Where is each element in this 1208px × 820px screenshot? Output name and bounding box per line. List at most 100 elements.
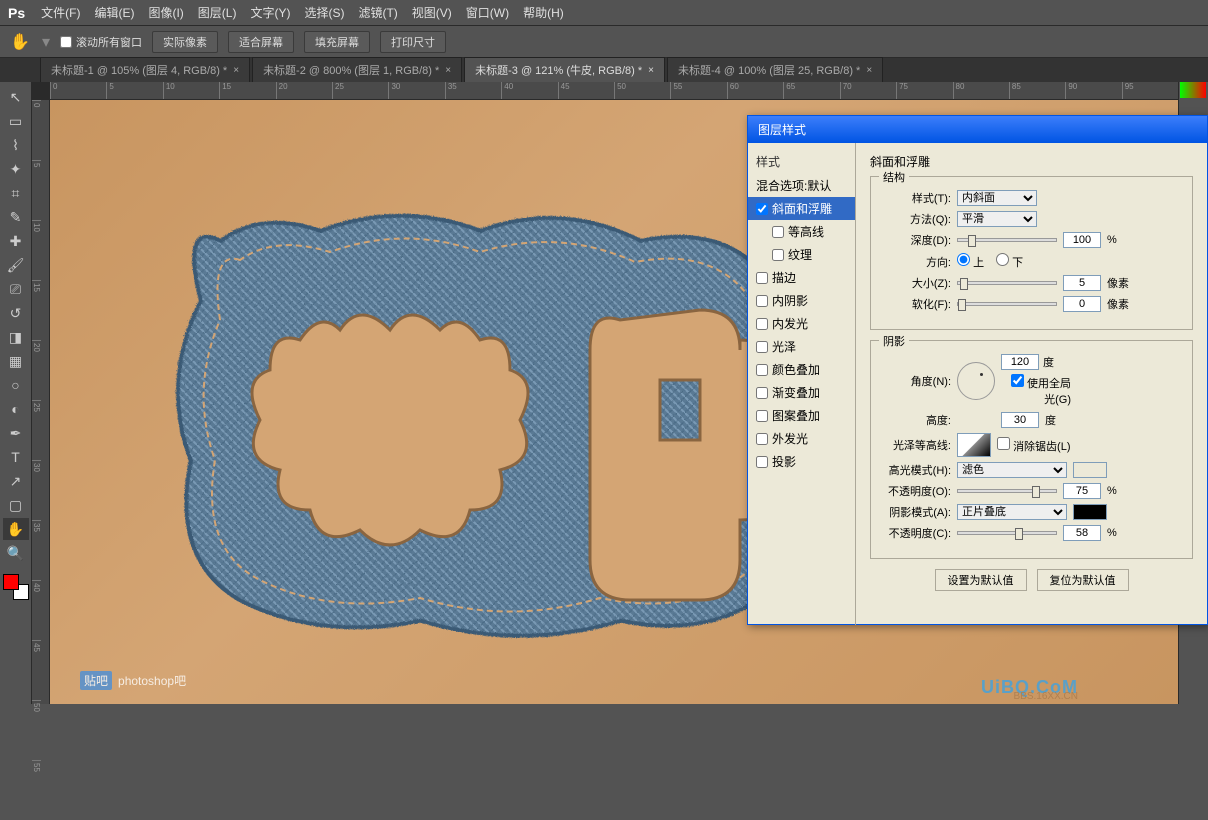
inner-shadow-item[interactable]: 内阴影 (748, 289, 855, 312)
menu-edit[interactable]: 编辑(E) (94, 4, 134, 21)
shape-tool-icon[interactable]: ▢ (3, 494, 29, 516)
dialog-titlebar[interactable]: 图层样式 (748, 116, 1207, 143)
lasso-tool-icon[interactable]: ⌇ (3, 134, 29, 156)
menu-help[interactable]: 帮助(H) (523, 4, 564, 21)
inner-glow-item[interactable]: 内发光 (748, 312, 855, 335)
drop-shadow-item[interactable]: 投影 (748, 450, 855, 473)
satin-item[interactable]: 光泽 (748, 335, 855, 358)
menu-bar: Ps 文件(F) 编辑(E) 图像(I) 图层(L) 文字(Y) 选择(S) 滤… (0, 0, 1208, 26)
shadow-mode-select[interactable]: 正片叠底 (957, 504, 1067, 520)
stroke-item[interactable]: 描边 (748, 266, 855, 289)
color-picker[interactable] (3, 574, 29, 600)
menu-view[interactable]: 视图(V) (412, 4, 452, 21)
divider: ▾ (42, 32, 50, 52)
crop-tool-icon[interactable]: ⌗ (3, 182, 29, 204)
depth-input[interactable] (1063, 232, 1101, 248)
history-brush-tool-icon[interactable]: ↺ (3, 302, 29, 324)
depth-slider[interactable] (957, 238, 1057, 242)
magic-wand-tool-icon[interactable]: ✦ (3, 158, 29, 180)
horizontal-ruler[interactable]: 05101520253035404550556065707580859095 (50, 82, 1178, 100)
menu-window[interactable]: 窗口(W) (466, 4, 509, 21)
gloss-contour-picker[interactable] (957, 433, 991, 457)
gradient-tool-icon[interactable]: ▦ (3, 350, 29, 372)
color-overlay-item[interactable]: 颜色叠加 (748, 358, 855, 381)
doc-tab-3[interactable]: 未标题-3 @ 121% (牛皮, RGB/8) *× (464, 57, 665, 82)
close-icon[interactable]: × (233, 65, 239, 76)
hand-tool-icon[interactable]: ✋ (3, 518, 29, 540)
highlight-opacity-input[interactable] (1063, 483, 1101, 499)
vertical-ruler[interactable]: 0510152025303540455055 (32, 100, 50, 704)
pen-tool-icon[interactable]: ✒ (3, 422, 29, 444)
soften-input[interactable] (1063, 296, 1101, 312)
type-tool-icon[interactable]: T (3, 446, 29, 468)
highlight-mode-select[interactable]: 滤色 (957, 462, 1067, 478)
shading-legend: 阴影 (879, 333, 909, 349)
blur-tool-icon[interactable]: ○ (3, 374, 29, 396)
highlight-color-swatch[interactable] (1073, 462, 1107, 478)
close-icon[interactable]: × (445, 65, 451, 76)
move-tool-icon[interactable]: ↖ (3, 86, 29, 108)
close-icon[interactable]: × (866, 65, 872, 76)
menu-filter[interactable]: 滤镜(T) (358, 4, 397, 21)
angle-input[interactable] (1001, 354, 1039, 370)
fill-screen-button[interactable]: 填充屏幕 (304, 31, 370, 53)
direction-down-radio[interactable]: 下 (996, 253, 1023, 270)
reset-default-button[interactable]: 复位为默认值 (1037, 569, 1129, 591)
bevel-emboss-panel: 斜面和浮雕 结构 样式(T): 内斜面 方法(Q): 平滑 深度(D): % (856, 143, 1207, 625)
actual-pixels-button[interactable]: 实际像素 (152, 31, 218, 53)
size-slider[interactable] (957, 281, 1057, 285)
doc-tab-4[interactable]: 未标题-4 @ 100% (图层 25, RGB/8) *× (667, 57, 883, 82)
soften-slider[interactable] (957, 302, 1057, 306)
brush-tool-icon[interactable]: 🖌 (3, 254, 29, 276)
print-size-button[interactable]: 打印尺寸 (380, 31, 446, 53)
highlight-opacity-slider[interactable] (957, 489, 1057, 493)
eraser-tool-icon[interactable]: ◨ (3, 326, 29, 348)
toolbox: ↖ ▭ ⌇ ✦ ⌗ ✎ ✚ 🖌 ⎚ ↺ ◨ ▦ ○ ◐ ✒ T ↗ ▢ ✋ 🔍 (0, 82, 32, 704)
menu-select[interactable]: 选择(S) (304, 4, 344, 21)
pattern-overlay-item[interactable]: 图案叠加 (748, 404, 855, 427)
blend-options-item[interactable]: 混合选项:默认 (748, 174, 855, 197)
shadow-opacity-slider[interactable] (957, 531, 1057, 535)
style-list-header[interactable]: 样式 (748, 149, 855, 174)
foreground-color-swatch[interactable] (3, 574, 19, 590)
set-default-button[interactable]: 设置为默认值 (935, 569, 1027, 591)
gradient-overlay-item[interactable]: 渐变叠加 (748, 381, 855, 404)
marquee-tool-icon[interactable]: ▭ (3, 110, 29, 132)
shadow-color-swatch[interactable] (1073, 504, 1107, 520)
doc-tab-2[interactable]: 未标题-2 @ 800% (图层 1, RGB/8) *× (252, 57, 462, 82)
fit-screen-button[interactable]: 适合屏幕 (228, 31, 294, 53)
outer-glow-item[interactable]: 外发光 (748, 427, 855, 450)
altitude-input[interactable] (1001, 412, 1039, 428)
close-icon[interactable]: × (648, 65, 654, 76)
size-label: 大小(Z): (881, 275, 951, 291)
dodge-tool-icon[interactable]: ◐ (3, 398, 29, 420)
angle-wheel[interactable] (957, 362, 995, 400)
bevel-emboss-item[interactable]: 斜面和浮雕 (748, 197, 855, 220)
menu-type[interactable]: 文字(Y) (250, 4, 290, 21)
texture-item[interactable]: 纹理 (748, 243, 855, 266)
style-select[interactable]: 内斜面 (957, 190, 1037, 206)
menu-image[interactable]: 图像(I) (148, 4, 183, 21)
eyedropper-tool-icon[interactable]: ✎ (3, 206, 29, 228)
stamp-tool-icon[interactable]: ⎚ (3, 278, 29, 300)
structure-legend: 结构 (879, 169, 909, 185)
direction-label: 方向: (881, 254, 951, 270)
depth-label: 深度(D): (881, 232, 951, 248)
technique-select[interactable]: 平滑 (957, 211, 1037, 227)
zoom-tool-icon[interactable]: 🔍 (3, 542, 29, 564)
healing-tool-icon[interactable]: ✚ (3, 230, 29, 252)
antialias-checkbox[interactable]: 消除锯齿(L) (997, 437, 1071, 454)
shadow-mode-label: 阴影模式(A): (881, 504, 951, 520)
scroll-all-windows-checkbox[interactable]: 滚动所有窗口 (60, 34, 142, 50)
contour-item[interactable]: 等高线 (748, 220, 855, 243)
path-tool-icon[interactable]: ↗ (3, 470, 29, 492)
direction-up-radio[interactable]: 上 (957, 253, 984, 270)
shadow-opacity-input[interactable] (1063, 525, 1101, 541)
global-light-checkbox[interactable]: 使用全局光(G) (1001, 374, 1071, 407)
size-input[interactable] (1063, 275, 1101, 291)
shading-fieldset: 阴影 角度(N): 度 使用全局光(G) 高度: (870, 340, 1193, 559)
menu-file[interactable]: 文件(F) (41, 4, 80, 21)
menu-layer[interactable]: 图层(L) (198, 4, 237, 21)
size-unit: 像素 (1107, 275, 1129, 291)
doc-tab-1[interactable]: 未标题-1 @ 105% (图层 4, RGB/8) *× (40, 57, 250, 82)
